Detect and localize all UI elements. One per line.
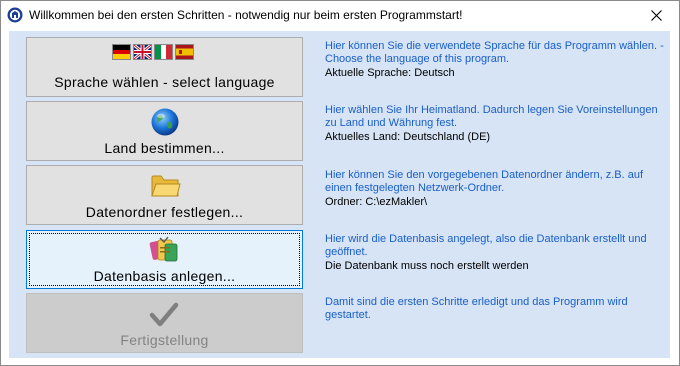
database-description: Hier wird die Datenbasis angelegt, also … — [325, 233, 647, 258]
select-language-button[interactable]: Sprache wählen - select language — [26, 37, 303, 97]
italian-flag-icon — [154, 44, 173, 60]
spanish-flag-icon — [175, 44, 194, 60]
dialog-body: Sprache wählen - select language Land be… — [9, 31, 670, 358]
checkmark-icon — [149, 302, 179, 327]
select-country-label: Land bestimmen... — [104, 140, 225, 156]
title-bar[interactable]: Willkommen bei den ersten Schritten - no… — [1, 1, 679, 30]
language-description: Hier können Sie die verwendete Sprache f… — [325, 40, 664, 65]
german-flag-icon — [112, 44, 131, 60]
app-icon — [7, 7, 23, 23]
finish-info: Damit sind die ersten Schritte erledigt … — [325, 296, 665, 322]
select-language-label: Sprache wählen - select language — [54, 74, 275, 90]
country-description: Hier wählen Sie Ihr Heimatland. Dadurch … — [325, 104, 658, 129]
set-data-folder-label: Datenordner festlegen... — [85, 204, 244, 220]
window-title: Willkommen bei den ersten Schritten - no… — [29, 8, 463, 22]
language-info: Hier können Sie die verwendete Sprache f… — [325, 40, 665, 80]
country-info: Hier wählen Sie Ihr Heimatland. Dadurch … — [325, 104, 665, 144]
database-info: Hier wird die Datenbasis angelegt, also … — [325, 233, 665, 273]
close-icon — [650, 10, 662, 21]
folder-info: Hier können Sie den vorgegebenen Datenor… — [325, 169, 665, 209]
finish-button[interactable]: Fertigstellung — [26, 293, 303, 353]
select-country-button[interactable]: Land bestimmen... — [26, 101, 303, 161]
create-database-button[interactable]: Datenbasis anlegen... — [26, 230, 303, 289]
finish-description: Damit sind die ersten Schritte erledigt … — [325, 296, 628, 321]
finish-label: Fertigstellung — [120, 332, 209, 348]
set-data-folder-button[interactable]: Datenordner festlegen... — [26, 165, 303, 225]
uk-flag-icon — [133, 44, 152, 60]
close-button[interactable] — [633, 1, 679, 30]
current-country-status: Aktuelles Land: Deutschland (DE) — [325, 131, 491, 143]
current-language-status: Aktuelle Sprache: Deutsch — [325, 67, 455, 79]
database-status: Die Datenbank muss noch erstellt werden — [325, 260, 529, 272]
globe-icon — [151, 108, 179, 136]
folder-description: Hier können Sie den vorgegebenen Datenor… — [325, 169, 643, 194]
create-database-label: Datenbasis anlegen... — [93, 268, 236, 284]
flags-icon — [112, 44, 196, 64]
database-icon — [149, 236, 178, 262]
current-folder-status: Ordner: C:\ezMakler\ — [325, 196, 428, 208]
setup-dialog: Willkommen bei den ersten Schritten - no… — [0, 0, 680, 366]
folder-icon — [151, 175, 181, 197]
